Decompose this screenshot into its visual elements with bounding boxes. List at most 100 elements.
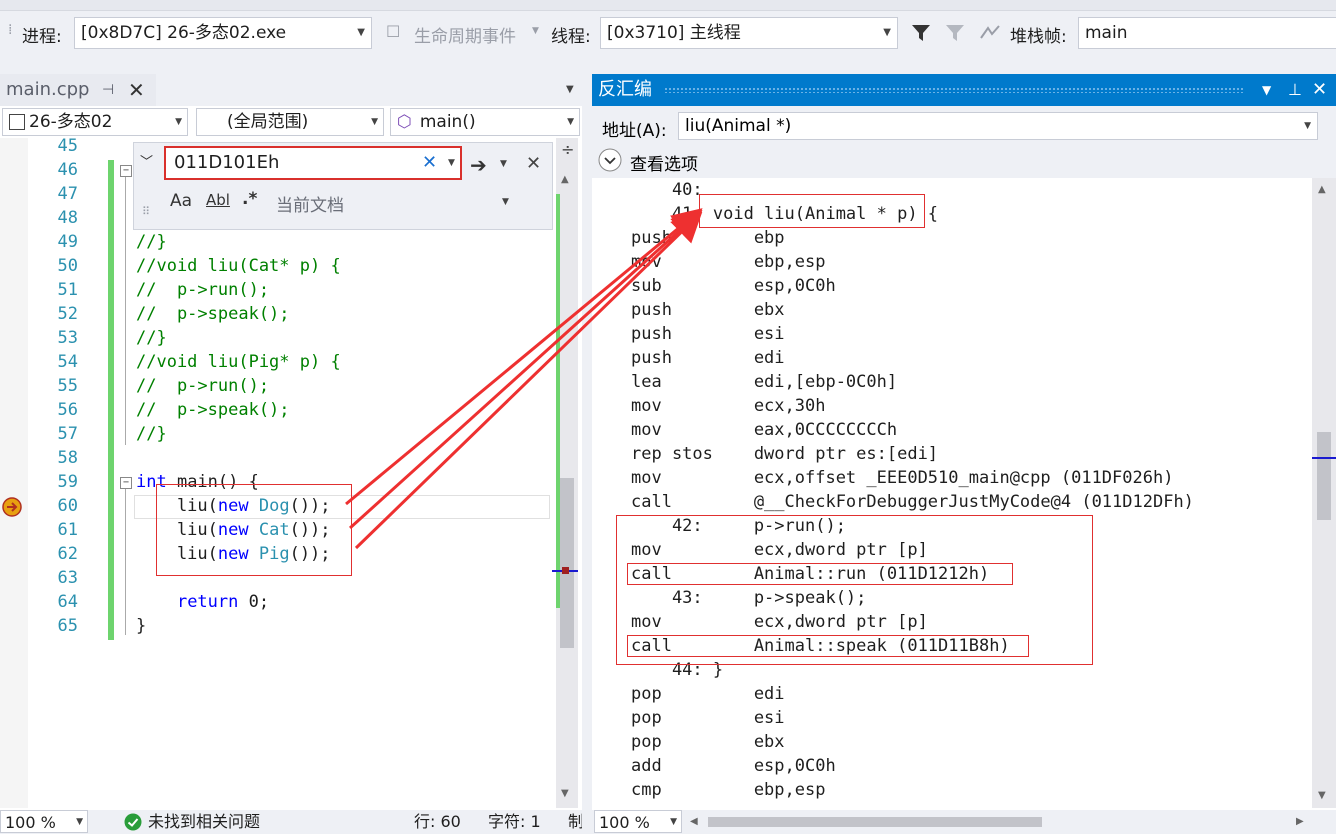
grip-icon: ⁞ — [8, 22, 13, 38]
panel-splitter[interactable] — [582, 74, 592, 833]
scroll-left-icon[interactable]: ◀ — [690, 810, 698, 833]
filter-icon[interactable] — [910, 22, 932, 44]
code-line: //void liu(Pig* p) { — [136, 352, 341, 372]
process-value: [0x8D7C] 26-多态02.exe — [81, 23, 287, 43]
line-number: 61 — [57, 520, 78, 540]
annotation-box — [627, 635, 1029, 657]
asm-line: pop ebx — [631, 732, 785, 752]
line-number: 58 — [57, 448, 78, 468]
stack-frame-value: main — [1085, 23, 1128, 43]
check-icon — [124, 813, 142, 831]
scroll-up-icon[interactable]: ▲ — [561, 174, 569, 185]
tab-main-cpp[interactable]: main.cpp ⊣ ✕ — [0, 74, 156, 106]
chevron-down-icon[interactable]: ﹀ — [140, 151, 153, 170]
line-number: 45 — [57, 136, 78, 156]
disassembly-scrollbar[interactable]: ▲ ▼ — [1312, 178, 1336, 808]
scroll-right-icon[interactable]: ▶ — [1296, 810, 1304, 833]
thread-combo[interactable]: [0x3710] 主线程 ▼ — [600, 17, 898, 49]
asm-line: mov eax,0CCCCCCCCh — [631, 420, 898, 440]
match-case-option[interactable]: Aa — [170, 191, 192, 211]
line-number: 53 — [57, 328, 78, 348]
find-next-icon[interactable]: ➔ — [470, 153, 487, 177]
view-options-label[interactable]: 查看选项 — [630, 150, 698, 175]
scroll-up-icon[interactable]: ▲ — [1318, 184, 1326, 195]
scroll-thumb[interactable] — [560, 478, 574, 648]
scroll-down-icon[interactable]: ▼ — [1318, 790, 1326, 801]
asm-line: push ebp — [631, 228, 785, 248]
clear-icon[interactable]: ✕ — [422, 148, 437, 178]
zoom-value: 100 % — [599, 813, 650, 832]
collapse-icon[interactable]: − — [120, 477, 132, 489]
thread-value: [0x3710] 主线程 — [607, 23, 741, 43]
outline-line — [125, 489, 126, 635]
scope-combo[interactable]: (全局范围) ▼ — [196, 108, 384, 136]
asm-line: rep stos dword ptr es:[edi] — [631, 444, 939, 464]
pin-icon[interactable]: ⊣ — [102, 74, 114, 106]
close-icon[interactable]: ✕ — [1312, 74, 1327, 106]
horizontal-scroll-thumb[interactable] — [708, 817, 1042, 827]
line-number: 46 — [57, 160, 78, 180]
disassembly-code[interactable]: 40: 41: void liu(Animal * p) { push ebp … — [593, 178, 1310, 808]
split-icon[interactable]: ÷ — [561, 140, 574, 159]
find-value: 011D101Eh — [174, 152, 280, 173]
flag-threads-icon[interactable] — [978, 22, 1002, 44]
expand-options-icon[interactable] — [598, 148, 622, 172]
scroll-down-icon[interactable]: ▼ — [561, 788, 569, 799]
scroll-breakpoint-marker — [562, 567, 569, 574]
asm-line: add esp,0C0h — [631, 756, 836, 776]
member-combo[interactable]: ⬡ main() ▼ — [390, 108, 580, 136]
chevron-down-icon[interactable]: ▼ — [448, 148, 455, 178]
tab-title: main.cpp — [6, 79, 90, 100]
close-icon[interactable]: ✕ — [128, 74, 145, 106]
line-number: 59 — [57, 472, 78, 492]
debug-toolbar: ⁞ 进程: [0x8D7C] 26-多态02.exe ▼ ☐ 生命周期事件 ▼ … — [0, 0, 1336, 70]
chevron-down-icon: ▼ — [883, 27, 891, 38]
chevron-down-icon: ▼ — [371, 117, 378, 127]
project-combo[interactable]: 26-多态02 ▼ — [2, 108, 188, 136]
zoom-combo[interactable]: 100 % ▼ — [594, 810, 682, 833]
thread-label: 线程: — [551, 27, 591, 47]
lifecycle-label[interactable]: 生命周期事件 — [414, 22, 516, 47]
code-line: // p->run(); — [136, 280, 270, 300]
chevron-down-icon[interactable]: ▼ — [1262, 74, 1271, 106]
chevron-down-icon[interactable]: ▼ — [502, 197, 509, 207]
code-line: // p->run(); — [136, 376, 270, 396]
breakpoint-gutter[interactable] — [0, 138, 28, 808]
title-grip — [664, 87, 1244, 93]
code-editor[interactable]: 45 46 47 48 49 50 51 52 53 54 55 56 57 5… — [0, 136, 552, 808]
chevron-down-icon[interactable]: ▼ — [566, 84, 574, 95]
pin-icon[interactable]: ⊥ — [1288, 74, 1302, 106]
regex-option[interactable]: .* — [242, 189, 257, 209]
line-number: 48 — [57, 208, 78, 228]
close-icon[interactable]: ✕ — [526, 153, 541, 174]
source-line: 40: — [631, 180, 703, 200]
process-combo[interactable]: [0x8D7C] 26-多态02.exe ▼ — [74, 17, 372, 49]
collapse-icon[interactable]: − — [120, 165, 132, 177]
line-number: 55 — [57, 376, 78, 396]
address-input[interactable]: liu(Animal *) ▼ — [678, 112, 1318, 140]
chevron-down-icon[interactable]: ▼ — [500, 159, 507, 169]
filter-toggle-icon[interactable] — [944, 22, 966, 44]
stack-frame-combo[interactable]: main — [1078, 17, 1336, 49]
find-scope[interactable]: 当前文档 — [276, 191, 344, 216]
col-indicator[interactable]: 字符: 1 — [488, 810, 541, 833]
code-line: return 0; — [176, 592, 270, 612]
asm-line: push edi — [631, 348, 785, 368]
find-input[interactable]: 011D101Eh ✕ ▼ — [164, 146, 462, 180]
editor-scrollbar[interactable]: ÷ ▲ ▼ — [552, 138, 578, 808]
zoom-combo[interactable]: 100 % ▼ — [0, 810, 88, 833]
annotation-box — [699, 194, 925, 228]
current-statement-icon[interactable] — [2, 497, 22, 517]
disassembly-status-bar: 100 % ▼ ◀ ▶ — [592, 810, 1336, 833]
disassembly-header: 地址(A): liu(Animal *) ▼ 查看选项 — [592, 106, 1336, 178]
issues-text[interactable]: 未找到相关问题 — [148, 810, 260, 833]
line-number: 63 — [57, 568, 78, 588]
asm-line: push esi — [631, 324, 785, 344]
asm-line: pop esi — [631, 708, 785, 728]
chevron-down-icon: ▼ — [357, 27, 365, 38]
row-indicator[interactable]: 行: 60 — [414, 810, 461, 833]
scroll-thumb[interactable] — [1317, 432, 1331, 520]
project-value: 26-多态02 — [29, 112, 113, 132]
whole-word-option[interactable]: Abl — [206, 191, 230, 209]
chevron-down-icon: ▼ — [76, 817, 83, 827]
